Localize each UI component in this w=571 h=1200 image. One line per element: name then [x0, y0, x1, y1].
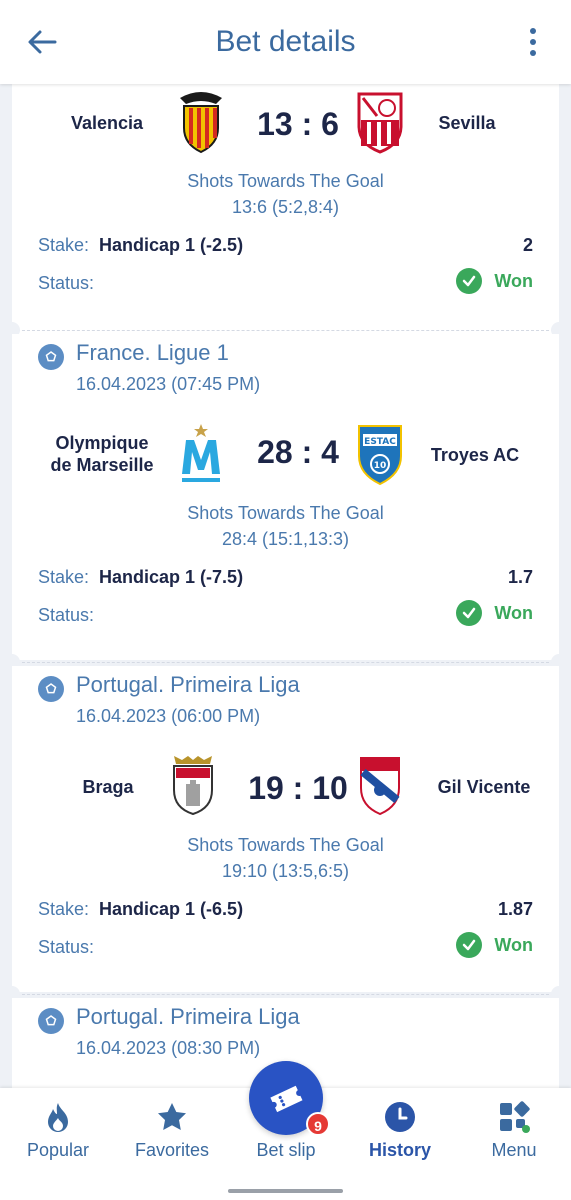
stake-value: Handicap 1 (-2.5): [99, 235, 244, 255]
odds-value: 2: [522, 235, 533, 255]
stake-value: Handicap 1 (-7.5): [99, 567, 244, 587]
market-detail: 28:4 (15:1,13:3): [221, 529, 350, 549]
soccer-ball-icon: [38, 676, 64, 702]
league-name: Portugal. Primeira Liga: [76, 672, 300, 697]
gil-vicente-logo: [360, 757, 400, 816]
stake-value: Handicap 1 (-6.5): [99, 899, 244, 919]
home-team-name: Olympique de Marseille: [42, 432, 162, 476]
clock-icon: [383, 1100, 417, 1134]
nav-popular[interactable]: Popular: [8, 1088, 108, 1176]
status-label: Status:: [38, 273, 95, 293]
nav-label: Favorites: [134, 1140, 210, 1160]
braga-logo: [173, 756, 213, 816]
league-name: Portugal. Primeira Liga: [76, 1004, 300, 1029]
nav-menu[interactable]: Menu: [464, 1088, 564, 1176]
star-icon: [155, 1100, 189, 1134]
check-icon: [456, 268, 483, 294]
grid-menu-icon: [497, 1100, 531, 1134]
status-row: Status: Won: [38, 268, 533, 296]
status-label: Status:: [38, 605, 95, 625]
svg-text:10: 10: [374, 461, 387, 471]
valencia-logo: [180, 92, 222, 154]
kebab-dot-icon: [530, 39, 536, 45]
check-icon: [456, 600, 483, 626]
league-header: France. Ligue 1 16.04.2023 (07:45 PM): [38, 338, 260, 398]
market-name: Shots Towards The Goal: [187, 171, 384, 191]
home-team-name: Valencia: [70, 113, 144, 133]
marseille-logo: [182, 424, 220, 482]
home-team-name-line: Olympique: [55, 433, 149, 453]
system-nav-bar: [0, 1176, 571, 1200]
kebab-dot-icon: [530, 50, 536, 56]
odds-value: 1.7: [507, 567, 533, 587]
status-label: Status:: [38, 937, 95, 957]
market-detail: 13:6 (5:2,8:4): [231, 197, 340, 217]
ticket-icon: [270, 1085, 303, 1113]
away-team-name: Gil Vicente: [437, 777, 531, 797]
app-header: Bet details: [0, 0, 571, 84]
home-team-name: Braga: [82, 777, 134, 797]
status-value: Won: [494, 271, 533, 291]
match-date: 16.04.2023 (07:45 PM): [76, 374, 261, 394]
nav-label: Bet slip: [256, 1140, 316, 1160]
card-divider: [12, 662, 559, 663]
stake-label: Stake:: [38, 235, 90, 255]
bet-card: Valencia 13 : 6 Sevilla Shots Towards Th…: [12, 84, 559, 334]
card-divider: [12, 330, 559, 331]
stake-label: Stake:: [38, 899, 90, 919]
svg-text:ESTAC: ESTAC: [364, 437, 396, 447]
kebab-dot-icon: [530, 28, 536, 34]
status-row: Status: Won: [38, 600, 533, 628]
match-score: 28 : 4: [257, 434, 339, 470]
bet-card: Portugal. Primeira Liga 16.04.2023 (06:0…: [12, 666, 559, 992]
match-row: Valencia 13 : 6 Sevilla: [12, 88, 559, 158]
match-date: 16.04.2023 (08:30 PM): [76, 1038, 261, 1058]
status-value: Won: [494, 935, 533, 955]
market-name: Shots Towards The Goal: [187, 835, 384, 855]
stake-row: Stake: Handicap 1 (-7.5) 1.7: [38, 564, 533, 590]
match-date: 16.04.2023 (06:00 PM): [76, 706, 261, 726]
away-team-name: Troyes AC: [430, 445, 520, 465]
nav-label: Popular: [26, 1140, 90, 1160]
more-options-button[interactable]: [525, 22, 541, 62]
match-score: 19 : 10: [248, 770, 348, 806]
match-row: Olympique de Marseille 28 : 4 ESTAC 10 T…: [12, 420, 559, 490]
home-team-name-line: de Marseille: [50, 455, 154, 475]
match-row: Braga 19 : 10 Gil Vicente: [12, 752, 559, 822]
market-detail: 19:10 (13:5,6:5): [221, 861, 350, 881]
home-indicator[interactable]: [228, 1189, 343, 1193]
nav-favorites[interactable]: Favorites: [122, 1088, 222, 1176]
bet-card: France. Ligue 1 16.04.2023 (07:45 PM) Ol…: [12, 334, 559, 660]
nav-label: History: [368, 1140, 431, 1160]
status-badge: Won: [456, 268, 533, 294]
match-score: 13 : 6: [257, 106, 339, 142]
troyes-logo: ESTAC 10: [358, 425, 402, 486]
sevilla-logo: [357, 92, 403, 154]
odds-value: 1.87: [497, 899, 533, 919]
stake-row: Stake: Handicap 1 (-2.5) 2: [38, 232, 533, 258]
away-team-name: Sevilla: [438, 113, 496, 133]
nav-history[interactable]: History: [350, 1088, 450, 1176]
status-badge: Won: [456, 932, 533, 958]
status-row: Status: Won: [38, 932, 533, 960]
check-icon: [456, 932, 483, 958]
soccer-ball-icon: [38, 1008, 64, 1034]
league-name: France. Ligue 1: [76, 340, 229, 365]
nav-label: Menu: [491, 1140, 537, 1160]
stake-row: Stake: Handicap 1 (-6.5) 1.87: [38, 896, 533, 922]
market-name: Shots Towards The Goal: [187, 503, 384, 523]
card-divider: [12, 994, 559, 995]
page-title: Bet details: [215, 25, 356, 58]
status-badge: Won: [456, 600, 533, 626]
bet-slip-count-badge: 9: [306, 1112, 330, 1136]
soccer-ball-icon: [38, 344, 64, 370]
flame-icon: [41, 1100, 75, 1134]
stake-label: Stake:: [38, 567, 90, 587]
league-header: Portugal. Primeira Liga 16.04.2023 (08:3…: [38, 1002, 300, 1062]
league-header: Portugal. Primeira Liga 16.04.2023 (06:0…: [38, 670, 300, 730]
bet-list[interactable]: Valencia 13 : 6 Sevilla Shots Towards Th…: [0, 84, 571, 1088]
status-value: Won: [494, 603, 533, 623]
